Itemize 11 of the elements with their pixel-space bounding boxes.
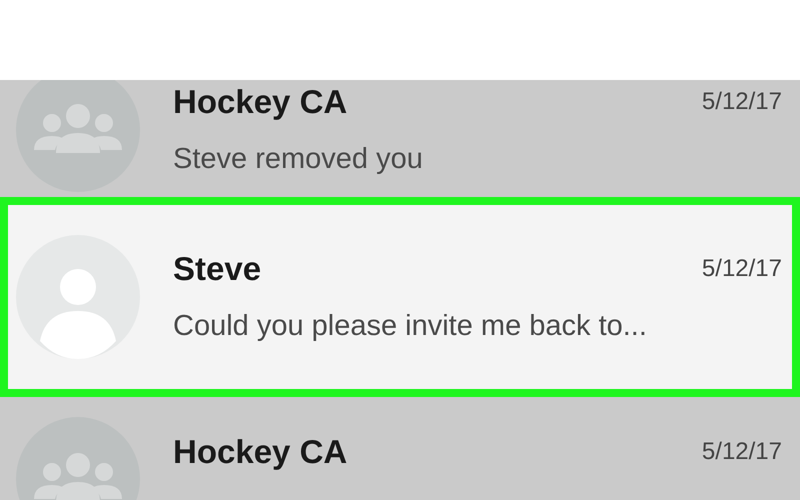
message-preview: Steve removed you	[173, 142, 424, 176]
contact-name: Hockey CA	[173, 84, 348, 120]
message-preview: Could you please invite me back to...	[173, 309, 648, 343]
person-avatar-icon	[16, 235, 140, 359]
conversation-row[interactable]: Steve 5/12/17 Could you please invite me back to...	[0, 197, 800, 397]
message-date: 5/12/17	[702, 255, 782, 283]
message-date: 5/12/17	[702, 438, 782, 466]
contact-name: Hockey CA	[173, 434, 348, 470]
message-date: 5/12/17	[702, 88, 782, 116]
group-avatar-icon	[16, 80, 140, 192]
contact-name: Steve	[173, 251, 262, 287]
